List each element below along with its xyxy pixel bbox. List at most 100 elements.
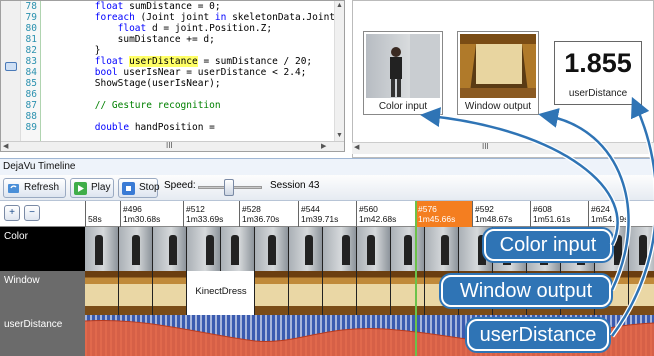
timeline-toolbar: Refresh Play Stop <box>0 175 654 201</box>
play-button[interactable]: Play <box>70 178 114 198</box>
ruler-tick[interactable]: #608 1m51.61s <box>530 201 588 227</box>
ruler-tick[interactable]: #528 1m36.70s <box>239 201 298 227</box>
preview-panel: Color input Window output 1.855 userDist… <box>352 0 654 158</box>
line-number: 86 <box>25 89 37 100</box>
line-number: 81 <box>25 34 37 45</box>
scroll-grip[interactable]: III <box>482 142 489 151</box>
ruler-tick[interactable]: #576 1m45.66s <box>415 201 472 227</box>
speed-slider-thumb[interactable] <box>224 179 234 196</box>
scroll-right-icon[interactable]: ▶ <box>321 142 326 151</box>
stop-label: Stop <box>139 182 160 193</box>
scroll-down-icon[interactable]: ▼ <box>335 131 344 141</box>
editor-horizontal-scrollbar[interactable]: ◀ III ▶ <box>1 141 344 151</box>
code-line: } <box>49 45 339 56</box>
ruler-tick[interactable]: #512 1m33.69s <box>183 201 239 227</box>
window-output-preview[interactable]: Window output <box>457 31 539 115</box>
ruler-tick[interactable]: #496 1m30.68s <box>120 201 183 227</box>
code-token: ShowStage(userIsNear); <box>49 78 221 89</box>
code-text[interactable]: float sumDistance = 0; foreach (Joint jo… <box>49 1 344 141</box>
code-line: float d = joint.Position.Z; <box>49 23 339 34</box>
color-frame-thumbnail[interactable] <box>323 227 357 271</box>
window-frame-text: KinectDress <box>195 286 247 297</box>
refresh-label: Refresh <box>24 182 60 193</box>
refresh-icon <box>8 184 19 193</box>
playhead[interactable] <box>415 201 417 356</box>
window-frame-thumbnail[interactable] <box>255 271 289 315</box>
stop-button[interactable]: Stop <box>118 178 160 198</box>
window-frame-thumbnail[interactable] <box>153 271 187 315</box>
window-frame-thumbnail[interactable] <box>323 271 357 315</box>
screenshot-root: 78 79 80 81 82 83 84 85 86 87 88 89 float sumDistan… <box>0 0 654 356</box>
callout-color-input: Color input <box>484 229 612 261</box>
refresh-button[interactable]: Refresh <box>3 178 66 198</box>
bookmark-icon[interactable] <box>5 62 17 71</box>
zoom-out-icon[interactable]: − <box>24 205 40 221</box>
color-frame-thumbnail[interactable] <box>85 227 119 271</box>
code-token: } <box>49 45 101 56</box>
color-frame-thumbnail[interactable] <box>357 227 391 271</box>
color-frame-thumbnail[interactable] <box>187 227 221 271</box>
code-editor[interactable]: 78 79 80 81 82 83 84 85 86 87 88 89 float sumDistan… <box>0 0 345 152</box>
code-line: foreach (Joint joint in skeletonData.Joi… <box>49 12 344 23</box>
color-frame-thumbnail[interactable] <box>289 227 323 271</box>
play-icon <box>74 182 87 195</box>
color-frame-thumbnail[interactable] <box>221 227 255 271</box>
window-output-label: Window output <box>458 100 538 114</box>
code-token: bool <box>94 67 118 78</box>
ruler-tick[interactable]: #560 1m42.68s <box>356 201 415 227</box>
person-silhouette <box>404 235 412 265</box>
window-frame-thumbnail[interactable] <box>85 271 119 315</box>
window-frame-thumbnail[interactable] <box>357 271 391 315</box>
ruler-tick[interactable]: 58s <box>85 201 120 227</box>
color-frame-thumbnail[interactable] <box>153 227 187 271</box>
color-frame-thumbnail[interactable] <box>629 227 654 271</box>
editor-vertical-scrollbar[interactable]: ▲ ▼ <box>334 1 344 141</box>
tick-frame: #544 <box>301 204 320 214</box>
window-frame-thumbnail[interactable] <box>629 271 654 315</box>
stage-image <box>460 34 536 98</box>
user-distance-preview[interactable]: 1.855 userDistance <box>554 41 642 105</box>
zoom-in-icon[interactable]: + <box>4 205 20 221</box>
color-frame-thumbnail[interactable] <box>119 227 153 271</box>
color-frame-thumbnail[interactable] <box>391 227 425 271</box>
tick-frame: #608 <box>533 204 552 214</box>
tick-frame: #592 <box>475 204 494 214</box>
code-token: // Gesture recognition <box>94 100 221 111</box>
color-input-label: Color input <box>364 100 442 114</box>
code-token: float <box>94 1 124 12</box>
color-frame-thumbnail[interactable] <box>255 227 289 271</box>
code-token: sumDistance = 0; <box>123 1 221 12</box>
person-silhouette <box>231 235 239 265</box>
code-line: sumDistance += d; <box>49 34 339 45</box>
tick-time: 1m33.69s <box>186 214 224 224</box>
scroll-left-icon[interactable]: ◀ <box>354 143 359 153</box>
tick-frame: #496 <box>123 204 142 214</box>
code-line: // Gesture recognition <box>49 100 339 111</box>
tick-frame: #624 <box>591 204 610 214</box>
scroll-left-icon[interactable]: ◀ <box>3 142 8 151</box>
ruler-tick[interactable]: #544 1m39.71s <box>298 201 356 227</box>
preview-horizontal-scrollbar[interactable]: ◀ III <box>352 142 654 154</box>
distance-value: 1.855 <box>564 48 632 78</box>
window-frame-thumbnail[interactable] <box>391 271 425 315</box>
tick-time: 1m30.68s <box>123 214 161 224</box>
code-token: float <box>117 23 147 34</box>
line-number: 78 <box>25 1 37 12</box>
color-frame-thumbnail[interactable] <box>425 227 459 271</box>
scroll-up-icon[interactable]: ▲ <box>335 1 344 11</box>
tick-time: 1m54.59s <box>591 214 629 224</box>
timeline-ruler[interactable]: + − 58s #496 1m30.68s #512 1m33.69s #528 1m36.… <box>0 201 654 227</box>
window-frame-thumbnail[interactable] <box>289 271 323 315</box>
code-line: double handPosition = <box>49 122 339 133</box>
window-frame-thumbnail[interactable] <box>119 271 153 315</box>
ruler-tick[interactable]: #624 1m54.59s <box>588 201 654 227</box>
track-label-user-distance: userDistance <box>0 315 85 356</box>
scroll-grip[interactable]: III <box>166 141 173 150</box>
ruler-tick[interactable]: #592 1m48.67s <box>472 201 530 227</box>
color-input-preview[interactable]: Color input <box>363 31 443 115</box>
tick-frame: #528 <box>242 204 261 214</box>
code-line: bool userIsNear = userDistance < 2.4; <box>49 67 339 78</box>
